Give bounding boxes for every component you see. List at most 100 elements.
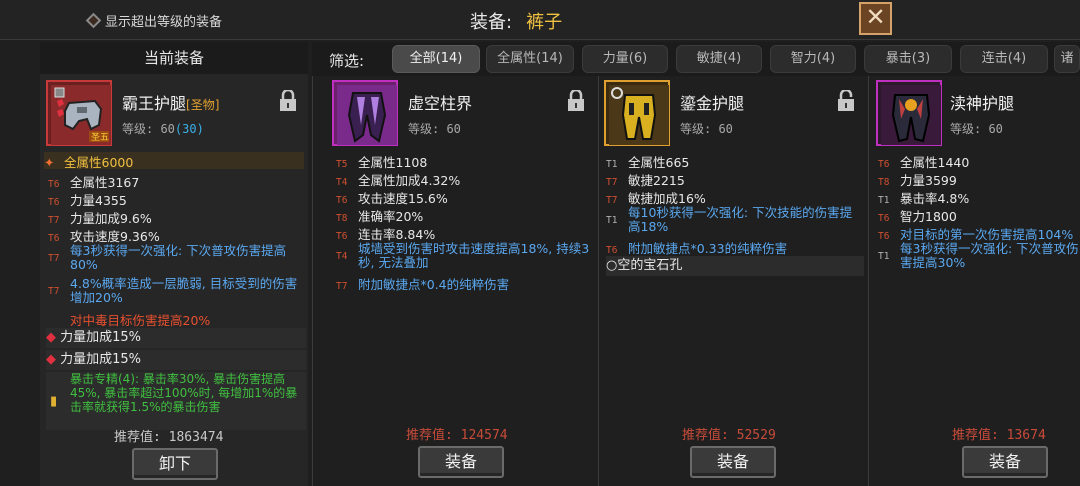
tier-label: T6 <box>48 179 60 190</box>
stat-text: 攻击速度15.6% <box>358 191 448 206</box>
relic-grade-badge: 圣五 <box>91 132 109 143</box>
column-divider <box>598 76 599 486</box>
equip-button[interactable]: 装备 <box>418 446 504 478</box>
stat-row: T6 附加敏捷点*0.33的纯粹伤害 <box>606 238 787 257</box>
equipment-card[interactable]: 虚空柱界 等级: 60 T5 全属性1108 T4 全属性加成4.32% T6 攻击速… <box>330 78 596 486</box>
stat-text: 全属性1108 <box>358 155 428 170</box>
title-label: 装备: <box>470 12 513 33</box>
stat-text: 全属性3167 <box>70 175 140 190</box>
stat-row: T1 全属性665 <box>606 152 689 171</box>
tier-label: T7 <box>336 281 348 292</box>
relic-tag: [圣物] <box>186 98 220 112</box>
item-icon[interactable] <box>876 80 942 146</box>
tab-all[interactable]: 全部(14) <box>392 45 480 73</box>
stat-row: T6 攻击速度15.6% <box>336 188 448 207</box>
leg-armor-icon: 圣五 <box>51 85 111 145</box>
current-item-name-row: 霸王护腿[圣物] <box>122 90 219 114</box>
show-over-level-toggle[interactable]: 显示超出等级的装备 <box>85 11 222 30</box>
recommend-value: 推荐值: 13674 <box>952 428 1046 443</box>
recommend-value: 推荐值: 124574 <box>406 428 508 443</box>
gilded-leggings-icon <box>609 85 669 145</box>
equipment-card[interactable]: 鎏金护腿 等级: 60 T1 全属性665 T7 敏捷2215 T7 敏捷加成16% … <box>602 78 866 486</box>
tab-more[interactable]: 诸 <box>1054 45 1080 73</box>
stat-text: 准确率20% <box>358 209 424 224</box>
current-recommend-value: 推荐值: 1863474 <box>114 430 224 445</box>
tier-label: T1 <box>878 195 890 206</box>
stat-text: 每3秒获得一次强化: 下次普攻伤害提高30% <box>900 241 1079 270</box>
stat-text: 每3秒获得一次强化: 下次普攻伤害提高80% <box>70 243 287 272</box>
gem-slot-row: ◆ 力量加成15% <box>46 350 306 370</box>
tab-strength[interactable]: 力量(6) <box>582 45 668 73</box>
stat-text: 对目标的第一次伤害提高104% <box>900 227 1074 242</box>
gem-slot-row: ◆ 力量加成15% <box>46 328 306 348</box>
tier-label: T4 <box>336 177 348 188</box>
current-item-icon[interactable]: 圣五 <box>46 80 112 146</box>
stat-text: 连击率8.84% <box>358 227 436 242</box>
close-icon: ✕ <box>865 3 886 31</box>
tab-agility[interactable]: 敏捷(4) <box>676 45 762 73</box>
lock-icon[interactable] <box>278 90 298 112</box>
tier-label: T7 <box>48 286 60 297</box>
tier-label: T8 <box>336 213 348 224</box>
stat-text: 暴击率4.8% <box>900 191 970 206</box>
set-bonus-text: 暴击专精(4): 暴击率30%, 暴击伤害提高45%, 暴击率超过100%时, … <box>70 372 298 414</box>
stat-text: 每10秒获得一次强化: 下次技能的伤害提高18% <box>628 205 853 234</box>
close-button[interactable]: ✕ <box>859 2 892 35</box>
stat-row: T5 全属性1108 <box>336 152 427 171</box>
tier-label: T7 <box>606 177 618 188</box>
item-icon[interactable] <box>604 80 670 146</box>
item-level: 等级: 60 <box>950 122 1003 136</box>
ruby-gem-icon: ◆ <box>46 352 56 367</box>
stat-text: 力量加成9.6% <box>70 211 152 226</box>
fire-icon: ✦ <box>44 155 55 170</box>
stat-row: T4 全属性加成4.32% <box>336 170 460 189</box>
equip-button[interactable]: 装备 <box>690 446 776 478</box>
stat-row: T7 力量加成9.6% <box>48 208 152 227</box>
stat-text: 城墙受到伤害时攻击速度提高18%, 持续3秒, 无法叠加 <box>358 241 590 270</box>
tier-label: T6 <box>336 231 348 242</box>
set-bonus-box: ▮ 暴击专精(4): 暴击率30%, 暴击伤害提高45%, 暴击率超过100%时… <box>46 372 306 430</box>
empty-socket-icon: ○ <box>606 258 618 273</box>
unlock-icon[interactable] <box>836 90 856 112</box>
equipment-card[interactable]: 渎神护腿 等级: 60 T6 全属性1440 T8 力量3599 T1 暴击率4.8%… <box>874 78 1080 486</box>
stat-row: T7 附加敏捷点*0.4的纯粹伤害 <box>336 274 509 293</box>
gem-text: 力量加成15% <box>60 330 142 345</box>
tier-label: T6 <box>878 159 890 170</box>
stat-row: T4 城墙受到伤害时攻击速度提高18%, 持续3秒, 无法叠加 <box>336 242 594 270</box>
filter-label: 筛选: <box>329 52 365 70</box>
item-level: 等级: 60 <box>408 122 461 136</box>
filter-bar: 筛选: 全部(14) 全属性(14) 力量(6) 敏捷(4) 智力(4) 暴击(… <box>312 42 1080 76</box>
stat-text: 附加敏捷点*0.33的纯粹伤害 <box>628 241 788 256</box>
title-slot-name: 裤子 <box>526 12 563 33</box>
diamond-checkbox-icon[interactable] <box>85 12 102 29</box>
tier-label: T6 <box>336 195 348 206</box>
equip-button[interactable]: 装备 <box>962 446 1048 478</box>
stat-text: 攻击速度9.36% <box>70 229 160 244</box>
stat-row: T7 敏捷2215 <box>606 170 685 189</box>
item-name: 渎神护腿 <box>950 94 1015 113</box>
stat-row: T1 每10秒获得一次强化: 下次技能的伤害提高18% <box>606 206 864 234</box>
tier-label: T6 <box>606 245 618 256</box>
page-title: 装备: 裤子 <box>470 8 562 34</box>
tab-intelligence[interactable]: 智力(4) <box>770 45 856 73</box>
tab-combo[interactable]: 连击(4) <box>960 45 1048 73</box>
blasphemy-leggings-icon <box>881 85 941 145</box>
column-divider <box>312 76 313 486</box>
column-divider <box>868 76 869 486</box>
tier-label: T1 <box>878 251 890 262</box>
lock-icon[interactable] <box>566 90 586 112</box>
tier-label: T4 <box>336 251 348 262</box>
tab-all-attributes[interactable]: 全属性(14) <box>486 45 574 73</box>
stat-row: T7 每3秒获得一次强化: 下次普攻伤害提高80% <box>48 244 304 272</box>
tier-label: T5 <box>336 159 348 170</box>
current-level-text: 等级: 60 <box>122 122 175 136</box>
tier-label: T7 <box>48 215 60 226</box>
current-equipment-panel: 当前装备 圣五 霸王护腿[圣物] 等级: 60(30) ✦ 全属性6000 T6 全… <box>40 42 308 486</box>
stat-row: T6 智力1800 <box>878 206 957 225</box>
tab-critical[interactable]: 暴击(3) <box>864 45 952 73</box>
current-level-extra: (30) <box>174 122 204 136</box>
item-icon[interactable] <box>332 80 398 146</box>
unequip-button[interactable]: 卸下 <box>132 448 218 480</box>
tier-label: T1 <box>606 215 618 226</box>
highlight-stat: 全属性6000 <box>64 155 134 170</box>
